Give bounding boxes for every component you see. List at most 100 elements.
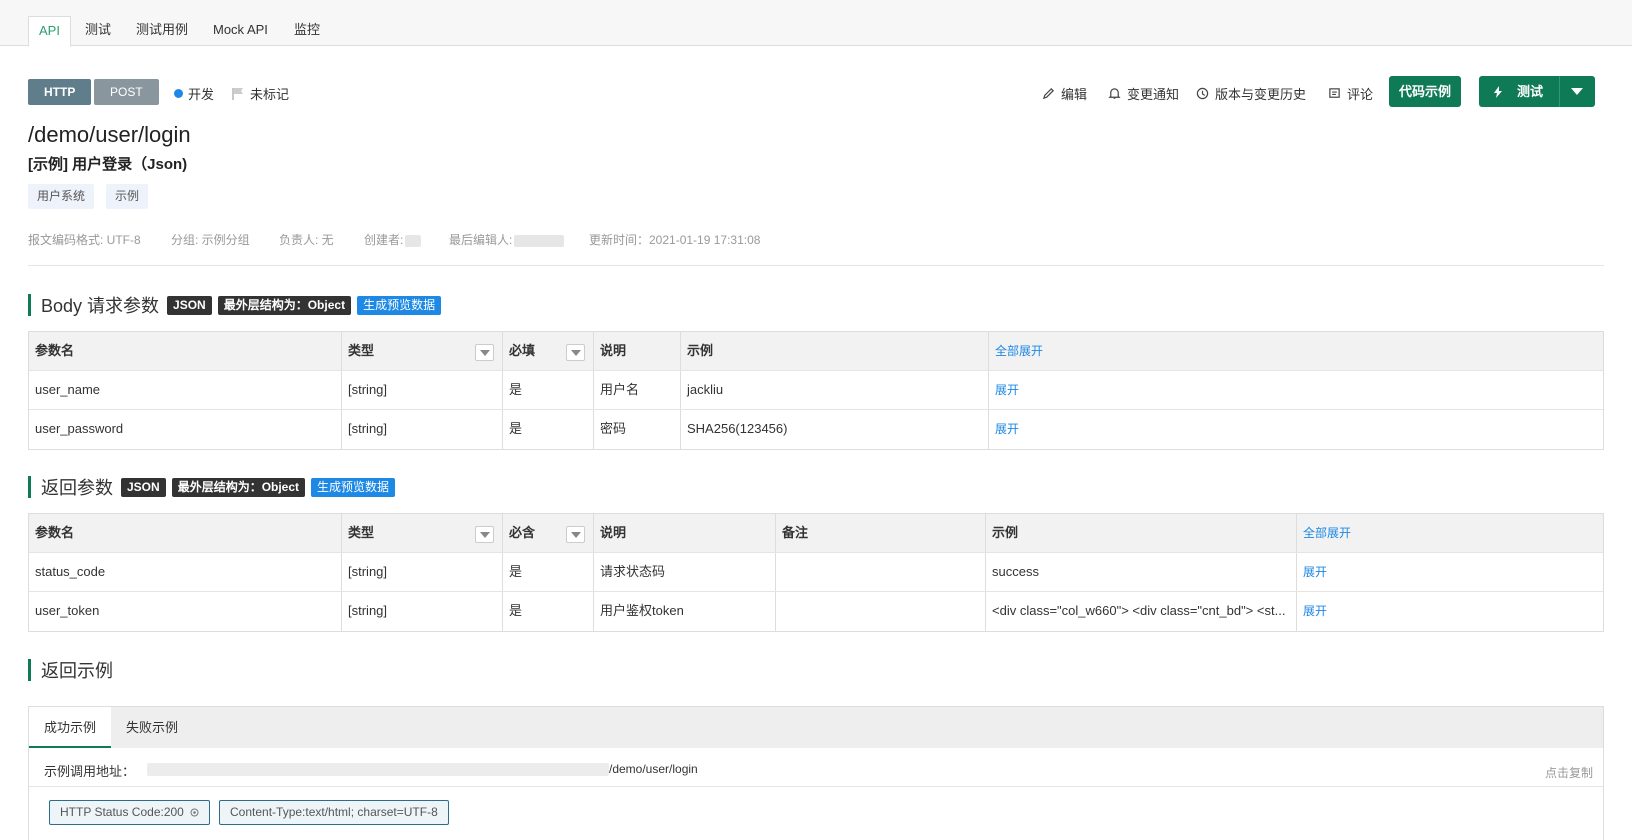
body-params-table: 参数名 类型 必填 说明 示例 全部展开 user_name [string] … bbox=[28, 331, 1604, 450]
col-example: 示例 bbox=[985, 514, 1296, 552]
notify-action[interactable]: 变更通知 bbox=[1108, 84, 1179, 103]
expand-link[interactable]: 展开 bbox=[1296, 592, 1593, 631]
status-dot-icon bbox=[174, 89, 183, 98]
table-header-row: 参数名 类型 必填 说明 示例 全部展开 bbox=[29, 332, 1603, 371]
expand-all-link[interactable]: 全部展开 bbox=[988, 332, 1593, 370]
generate-preview-button[interactable]: 生成预览数据 bbox=[357, 295, 442, 315]
top-tab-bar: API 测试 测试用例 Mock API 监控 bbox=[0, 0, 1632, 47]
json-badge: JSON bbox=[121, 477, 166, 497]
comment-icon bbox=[1329, 88, 1340, 98]
tab-api[interactable]: API bbox=[28, 16, 71, 47]
param-note bbox=[775, 592, 985, 631]
content-type-label: Content-Type:text/html; charset=UTF-8 bbox=[230, 805, 438, 819]
status-code-chip[interactable]: HTTP Status Code:200 bbox=[49, 800, 210, 825]
structure-badge: 最外层结构为：Object bbox=[171, 477, 306, 497]
col-note: 备注 bbox=[775, 514, 985, 552]
param-note bbox=[775, 553, 985, 591]
method-badge: POST bbox=[94, 79, 159, 105]
body-params-header: Body 请求参数 JSON 最外层结构为：Object 生成预览数据 bbox=[28, 294, 442, 316]
protocol-badge: HTTP bbox=[28, 79, 92, 105]
mark-status[interactable]: 未标记 bbox=[232, 84, 289, 103]
example-url: /demo/user/login bbox=[147, 762, 698, 776]
divider bbox=[28, 265, 1604, 266]
filter-dropdown-icon[interactable] bbox=[566, 344, 585, 361]
param-example: <div class="col_w660"> <div class="cnt_b… bbox=[985, 592, 1296, 631]
copy-button[interactable]: 点击复制 bbox=[1545, 764, 1593, 781]
notify-label: 变更通知 bbox=[1127, 87, 1180, 102]
expand-all-link[interactable]: 全部展开 bbox=[1296, 514, 1593, 552]
test-button-group: 测试 bbox=[1479, 76, 1595, 107]
col-required-label: 必含 bbox=[509, 525, 536, 540]
example-url-path: /demo/user/login bbox=[609, 762, 698, 776]
examples-title: 返回示例 bbox=[41, 661, 113, 681]
param-desc: 用户鉴权token bbox=[593, 592, 775, 631]
tab-monitor[interactable]: 监控 bbox=[284, 16, 330, 47]
meta-last-editor: 最后编辑人: bbox=[449, 231, 565, 248]
meta-group: 分组: 示例分组 bbox=[171, 233, 250, 247]
filter-dropdown-icon[interactable] bbox=[566, 526, 585, 543]
tab-test[interactable]: 测试 bbox=[75, 16, 121, 47]
filter-dropdown-icon[interactable] bbox=[475, 344, 494, 361]
param-required: 是 bbox=[502, 410, 593, 449]
expand-link[interactable]: 展开 bbox=[988, 410, 1593, 449]
tab-test-cases[interactable]: 测试用例 bbox=[126, 16, 198, 47]
tab-success-example[interactable]: 成功示例 bbox=[29, 707, 112, 748]
param-desc: 密码 bbox=[593, 410, 680, 449]
tag-example[interactable]: 示例 bbox=[106, 184, 149, 209]
expand-link[interactable]: 展开 bbox=[988, 371, 1593, 409]
tab-mock-api[interactable]: Mock API bbox=[203, 16, 278, 47]
api-title: [示例] 用户登录（Json) bbox=[28, 156, 188, 173]
examples-header: 返回示例 bbox=[28, 659, 115, 681]
comment-label: 评论 bbox=[1347, 87, 1374, 102]
param-name: user_password bbox=[35, 421, 124, 436]
edit-action[interactable]: 编辑 bbox=[1042, 84, 1087, 103]
table-row: user_token [string] 是 用户鉴权token <div cla… bbox=[29, 592, 1603, 631]
param-type: [string] bbox=[341, 592, 502, 631]
param-desc: 请求状态码 bbox=[593, 553, 775, 591]
col-example: 示例 bbox=[680, 332, 988, 370]
lightning-icon bbox=[1494, 85, 1502, 98]
response-params-header: 返回参数 JSON 最外层结构为：Object 生成预览数据 bbox=[28, 476, 396, 498]
param-name: user_token bbox=[35, 603, 100, 618]
flag-icon bbox=[232, 87, 243, 100]
history-label: 版本与变更历史 bbox=[1215, 87, 1307, 102]
param-example: success bbox=[985, 553, 1296, 591]
mark-status-label: 未标记 bbox=[250, 87, 290, 102]
dev-status-label: 开发 bbox=[188, 87, 215, 102]
filter-dropdown-icon[interactable] bbox=[475, 526, 494, 543]
history-action[interactable]: 版本与变更历史 bbox=[1196, 84, 1306, 103]
example-url-label: 示例调用地址： bbox=[44, 764, 136, 779]
dev-status[interactable]: 开发 bbox=[174, 84, 214, 103]
api-path: /demo/user/login bbox=[28, 122, 191, 147]
expand-link[interactable]: 展开 bbox=[1296, 553, 1593, 591]
status-code-label: HTTP Status Code:200 bbox=[60, 805, 184, 819]
test-dropdown-button[interactable] bbox=[1559, 76, 1595, 107]
tag-user-system[interactable]: 用户系统 bbox=[28, 184, 95, 209]
dot-circle-icon bbox=[190, 808, 199, 817]
content-type-chip[interactable]: Content-Type:text/html; charset=UTF-8 bbox=[219, 800, 449, 825]
bell-icon bbox=[1108, 88, 1121, 99]
code-example-button[interactable]: 代码示例 bbox=[1389, 76, 1462, 107]
table-row: user_name [string] 是 用户名 jackliu 展开 bbox=[29, 371, 1603, 410]
meta-creator: 创建者: bbox=[364, 231, 422, 248]
col-desc: 说明 bbox=[593, 514, 775, 552]
tab-failure-example[interactable]: 失败示例 bbox=[111, 707, 193, 748]
col-desc: 说明 bbox=[593, 332, 680, 370]
examples-panel: 成功示例 失败示例 示例调用地址： /demo/user/login 点击复制 … bbox=[28, 706, 1604, 840]
col-param-name: 参数名 bbox=[35, 343, 75, 358]
param-name: status_code bbox=[35, 564, 106, 579]
comment-action[interactable]: 评论 bbox=[1328, 84, 1373, 103]
param-example: SHA256(123456) bbox=[680, 410, 988, 449]
param-name: user_name bbox=[35, 382, 101, 397]
table-row: user_password [string] 是 密码 SHA256(12345… bbox=[29, 410, 1603, 449]
edit-label: 编辑 bbox=[1061, 87, 1088, 102]
redacted-name bbox=[514, 234, 565, 247]
param-type: [string] bbox=[341, 410, 502, 449]
redacted-host bbox=[147, 762, 609, 776]
test-button[interactable]: 测试 bbox=[1479, 76, 1559, 107]
meta-creator-label: 创建者: bbox=[364, 233, 404, 247]
json-badge: JSON bbox=[167, 295, 212, 315]
generate-preview-button[interactable]: 生成预览数据 bbox=[311, 477, 396, 497]
table-header-row: 参数名 类型 必含 说明 备注 示例 全部展开 bbox=[29, 514, 1603, 553]
redacted-name bbox=[405, 234, 422, 247]
